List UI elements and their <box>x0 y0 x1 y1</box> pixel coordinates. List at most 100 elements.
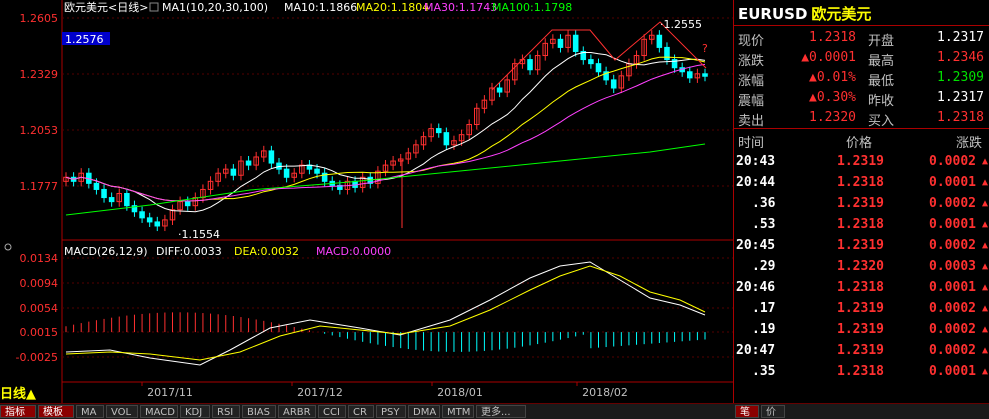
indicator-tab[interactable]: 指标 <box>0 405 36 418</box>
tick-time: .17 <box>752 301 776 316</box>
kline-chart-canvas[interactable]: 1.2605 1.2329 1.2053 1.1777 1.2576 欧元美元<日线> MA… <box>0 0 733 403</box>
macd-axis-label: 0.0015 <box>20 326 59 339</box>
macd-legend-item: DIFF:0.0033 <box>156 245 222 258</box>
quote-value: 1.2318 <box>937 110 984 125</box>
macd-dea-line <box>65 265 706 361</box>
tick-row: 20:46 1.2318 0.0001 ▲ <box>734 278 989 299</box>
high-price-label: ·1.2555 <box>660 18 702 31</box>
candle-body <box>184 201 191 207</box>
candle-body <box>435 128 442 134</box>
tick-time: .35 <box>752 364 776 379</box>
candle-body <box>268 150 275 164</box>
quote-label: 开盘 <box>868 34 895 49</box>
indicator-tab[interactable]: ARBR <box>278 405 316 418</box>
up-arrow-icon: ▲ <box>981 366 988 377</box>
tick-row: 20:43 1.2319 0.0002 ▲ <box>734 152 989 173</box>
tick-change: 0.0002 <box>929 343 976 358</box>
kline-chart-area[interactable]: 1.2605 1.2329 1.2053 1.1777 1.2576 欧元美元<日线> MA… <box>0 0 733 403</box>
tick-header: 时间 价格 涨跌 <box>734 130 989 151</box>
candle-body <box>595 63 602 73</box>
tick-change: 0.0001 <box>929 280 976 295</box>
indicator-tab[interactable]: CCI <box>318 405 346 418</box>
quote-value: 1.2318 <box>809 30 856 45</box>
indicator-tab[interactable]: 更多... <box>476 405 526 418</box>
quote-label: 买入 <box>868 114 895 129</box>
quote-value: ▲0.01% <box>809 70 856 85</box>
low-price-label: ·1.1554 <box>178 228 220 241</box>
macd-axis-label: 0.0134 <box>20 252 59 265</box>
up-arrow-icon: ▲ <box>981 324 988 335</box>
up-arrow-icon: ▲ <box>981 219 988 230</box>
ma-line <box>65 52 706 213</box>
up-arrow-icon: ▲ <box>981 156 988 167</box>
tick-row: .17 1.2319 0.0002 ▲ <box>734 299 989 320</box>
ma-legend-item: MA30:1.1743 <box>424 1 497 14</box>
tick-price: 1.2318 <box>837 280 884 295</box>
indicator-tab[interactable]: MA <box>76 405 104 418</box>
indicator-tab[interactable]: BIAS <box>242 405 276 418</box>
tick-time: 20:44 <box>736 175 776 190</box>
candle-body <box>496 87 503 93</box>
quote-title: EURUSD 欧元美元 <box>738 3 871 24</box>
indicator-tab[interactable]: 模板 <box>38 405 74 418</box>
quote-value: 1.2317 <box>937 90 984 105</box>
up-arrow-icon: ▲ <box>981 198 988 209</box>
tick-time: 20:46 <box>736 280 776 295</box>
tick-price: 1.2319 <box>837 343 884 358</box>
up-arrow-icon: ▲ <box>981 261 988 272</box>
indicator-tab[interactable]: MACD <box>140 405 178 418</box>
period-selector[interactable]: 日线▲ <box>0 383 36 402</box>
candle-body <box>230 168 237 176</box>
tick-price: 1.2319 <box>837 322 884 337</box>
candle-body <box>139 211 145 219</box>
candle-body <box>610 79 617 89</box>
candle-body <box>314 168 320 174</box>
tick-time: 20:43 <box>736 154 776 169</box>
candle-body <box>664 46 670 61</box>
quote-tab[interactable]: 价 <box>761 405 785 418</box>
price-axis-label: 1.2605 <box>20 12 59 25</box>
candle-body <box>154 221 161 227</box>
indicator-tab[interactable]: KDJ <box>180 405 210 418</box>
indicator-tab[interactable]: RSI <box>212 405 240 418</box>
tick-change: 0.0001 <box>929 217 976 232</box>
candle-body <box>108 197 115 203</box>
indicator-tab[interactable]: VOL <box>106 405 138 418</box>
candle-body <box>101 188 107 199</box>
quote-label: 最低 <box>868 74 895 89</box>
macd-axis-label: -0.0025 <box>16 351 58 364</box>
candle-body <box>572 34 579 52</box>
cursor-price-label: 1.2576 <box>65 33 104 46</box>
annotation-question: ? <box>702 42 708 55</box>
tick-header-price: 价格 <box>846 136 873 151</box>
tick-row: 20:47 1.2319 0.0002 ▲ <box>734 341 989 362</box>
bottom-indicator-bar: 指标 模板 MA VOL MACD KDJ RSI BIAS ARBR CCI CR PSY DMA MT… <box>0 403 989 419</box>
quote-row: 涨跌 ▲0.0001 最高 1.2346 <box>734 48 989 69</box>
tick-change: 0.0001 <box>929 175 976 190</box>
tick-change: 0.0002 <box>929 196 976 211</box>
indicator-tab[interactable]: PSY <box>376 405 406 418</box>
tick-price: 1.2319 <box>837 154 884 169</box>
indicator-tab[interactable]: MTM <box>442 405 474 418</box>
candle-body <box>527 59 533 71</box>
indicator-tab[interactable]: DMA <box>408 405 440 418</box>
ma-legend-item: MA20:1.1804 <box>356 1 429 14</box>
price-axis-label: 1.2053 <box>20 124 59 137</box>
tick-row: .19 1.2319 0.0002 ▲ <box>734 320 989 341</box>
ma-legend-item: MA1(10,20,30,100) <box>162 1 268 14</box>
quote-value: 1.2346 <box>937 50 984 65</box>
tick-change: 0.0002 <box>929 322 976 337</box>
trend-line <box>491 21 707 91</box>
macd-axis-label: 0.0094 <box>20 277 59 290</box>
macd-axis-label: 0.0054 <box>20 302 59 315</box>
quote-tab[interactable]: 笔 <box>735 405 759 418</box>
up-arrow-icon: ▲ <box>981 240 988 251</box>
ma-line <box>65 63 706 202</box>
quote-label: 涨跌 <box>738 54 765 69</box>
candle-body <box>588 59 594 65</box>
indicator-tab[interactable]: CR <box>348 405 374 418</box>
quote-row: 卖出 1.2320 买入 1.2318 <box>734 108 989 129</box>
tick-price: 1.2318 <box>837 364 884 379</box>
indicator-settings-icon <box>4 243 12 251</box>
quote-value: ▲0.30% <box>809 90 856 105</box>
